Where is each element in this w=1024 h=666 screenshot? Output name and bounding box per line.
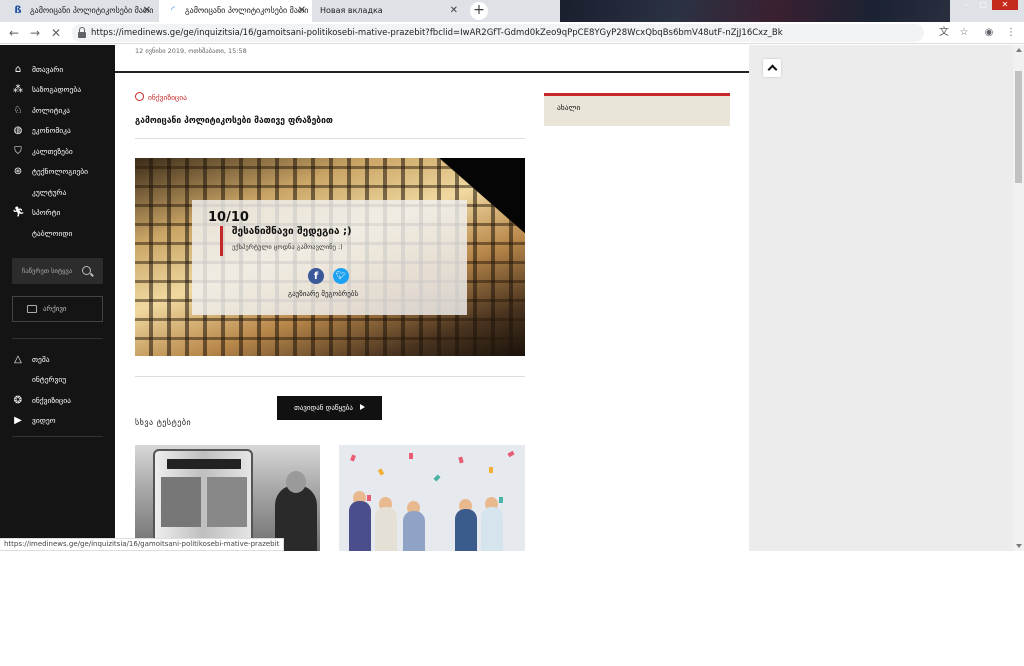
window-background <box>560 0 950 22</box>
scroll-up-arrow-icon[interactable] <box>1016 48 1022 52</box>
browser-tab[interactable]: ß გამოიცანი პოლიტიკოსები მათი ✕ <box>4 0 157 22</box>
divider <box>135 138 525 139</box>
society-icon: ⁂ <box>13 84 23 95</box>
status-bar-url: https://imedinews.ge/ge/inquizitsia/16/g… <box>0 538 285 551</box>
lock-icon <box>78 27 86 38</box>
child-image <box>403 511 425 551</box>
close-window-icon[interactable]: ✕ <box>992 0 1018 10</box>
score: 10/10 <box>208 210 249 225</box>
child-image <box>375 507 397 551</box>
economy-icon: ◍ <box>13 125 23 136</box>
widget-title: ახალი <box>557 103 581 112</box>
tech-icon: ⊛ <box>13 166 23 177</box>
archive-button[interactable]: არქივი <box>12 296 103 322</box>
main-content: 12 ივნისი 2019, ოთხშაბათი, 15:58 ინქვიზი… <box>115 45 749 551</box>
browser-tab-active[interactable]: ◜ გამოიცანი პოლიტიკოსები მათი ✕ <box>159 0 312 22</box>
scroll-down-arrow-icon[interactable] <box>1016 544 1022 548</box>
search-box <box>12 258 103 284</box>
article-title: გამოიცანი პოლიტიკოსები მათივე ფრაზებით <box>135 116 333 126</box>
menu-icon[interactable]: ⋮ <box>1004 26 1018 40</box>
tab-close-icon[interactable]: ✕ <box>450 0 458 22</box>
politics-icon: ♘ <box>13 105 23 116</box>
result-accent-bar <box>220 226 223 256</box>
quiz-result-hero: 10/10 შესანიშნავი შედეგია ;) ექსპერტული … <box>135 158 525 356</box>
share-label: გაუზიარე მეგობრებს <box>288 290 359 298</box>
facebook-share-icon[interactable]: f <box>308 268 324 284</box>
quiz-thumbnail[interactable] <box>135 445 320 551</box>
quiz-category-icon <box>135 92 144 101</box>
child-image <box>455 509 477 551</box>
child-image <box>349 501 371 551</box>
forward-icon[interactable]: → <box>27 25 43 41</box>
home-icon: ⌂ <box>14 64 22 75</box>
profile-icon[interactable]: ◉ <box>982 26 996 40</box>
sidebar: ⌂ მთავარი ⁂ საზოგადოება ♘ პოლიტიკა ◍ ეკო… <box>0 45 115 551</box>
tab-close-icon[interactable]: ✕ <box>298 0 306 22</box>
back-icon[interactable]: ← <box>6 25 22 41</box>
address-bar[interactable]: https://imedinews.ge/ge/inquizitsia/16/g… <box>72 24 924 42</box>
category-label[interactable]: ინქვიზიცია <box>135 92 187 102</box>
result-card: 10/10 შესანიშნავი შედეგია ;) ექსპერტული … <box>192 200 467 315</box>
child-image <box>481 507 503 551</box>
quiz-icon: ❂ <box>13 395 23 406</box>
play-icon: ▶ <box>14 415 22 426</box>
page-viewport: ⌂ მთავარი ⁂ საზოგადოება ♘ პოლიტიკა ◍ ეკო… <box>0 45 1024 551</box>
search-icon[interactable] <box>82 266 91 275</box>
tab-strip: ß გამოიცანი პოლიტიკოსები მათი ✕ ◜ გამოიც… <box>0 0 1024 22</box>
triangle-icon: △ <box>14 354 22 365</box>
publish-date: 12 ივნისი 2019, ოთხშაბათი, 15:58 <box>135 47 247 55</box>
sidebar-divider <box>12 338 103 339</box>
quiz-thumbnail[interactable] <box>339 445 525 551</box>
result-subtitle: ექსპერტული ცოდნა გამოავლინე :) <box>232 243 343 251</box>
maximize-icon[interactable]: □ <box>975 0 991 10</box>
restart-button[interactable]: თავიდან დაწყება <box>277 396 382 420</box>
imedi-logo-icon: ß <box>14 5 22 16</box>
page-scrollbar[interactable] <box>1013 45 1024 551</box>
scrollbar-thumb[interactable] <box>1015 71 1022 183</box>
browser-toolbar: ← → ✕ https://imedinews.ge/ge/inquizitsi… <box>0 22 1024 44</box>
translate-icon[interactable]: 文 <box>937 26 951 40</box>
other-tests-heading: სხვა ტესტები <box>135 418 192 427</box>
loading-icon: ◜ <box>171 5 175 16</box>
play-arrow-icon <box>359 404 365 410</box>
header-rule <box>115 71 749 73</box>
folder-icon <box>27 305 37 313</box>
shield-icon: ⛉ <box>14 146 22 157</box>
bookmark-star-icon[interactable]: ☆ <box>957 26 971 40</box>
minimize-icon[interactable]: – <box>958 0 974 10</box>
browser-tab[interactable]: Новая вкладка ✕ <box>314 0 464 22</box>
stop-loading-icon[interactable]: ✕ <box>48 25 64 41</box>
sidebar-divider <box>12 436 103 437</box>
twitter-share-icon[interactable]: 🐦︎ <box>333 268 349 284</box>
divider <box>135 376 525 377</box>
new-tab-button[interactable]: + <box>470 2 488 20</box>
result-title: შესანიშნავი შედეგია ;) <box>232 226 352 237</box>
scroll-to-top-button[interactable] <box>763 59 781 77</box>
phone-booth-image <box>153 449 253 551</box>
tab-close-icon[interactable]: ✕ <box>143 0 151 22</box>
latest-news-widget: ახალი <box>544 93 730 126</box>
sport-icon: 🏃︎ <box>12 207 25 218</box>
